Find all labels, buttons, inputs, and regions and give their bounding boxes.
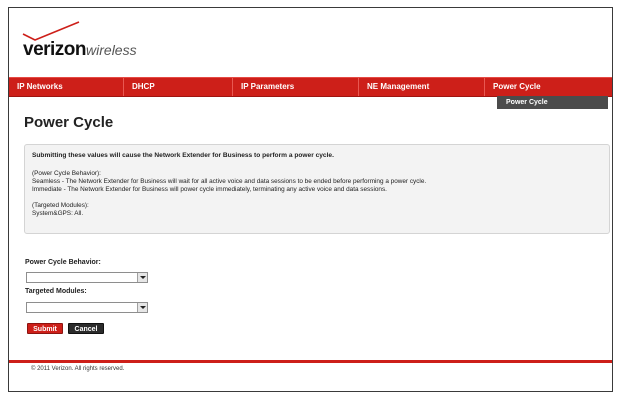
info-immediate-text: Immediate - The Network Extender for Bus… xyxy=(32,186,387,193)
footer-divider xyxy=(9,360,612,363)
chevron-down-icon[interactable] xyxy=(137,273,147,282)
nav-item-ne-management[interactable]: NE Management xyxy=(359,78,485,96)
footer-copyright: © 2011 Verizon. All rights reserved. xyxy=(31,366,125,372)
modules-label: Targeted Modules: xyxy=(25,288,87,295)
logo-brand-name: verizon xyxy=(23,39,87,60)
nav-item-dhcp[interactable]: DHCP xyxy=(124,78,233,96)
info-modules-value: System&GPS: All. xyxy=(32,210,84,217)
chevron-down-icon[interactable] xyxy=(137,303,147,312)
nav-item-ip-parameters[interactable]: IP Parameters xyxy=(233,78,359,96)
top-nav: IP Networks DHCP IP Parameters NE Manage… xyxy=(9,77,612,97)
behavior-label: Power Cycle Behavior: xyxy=(25,259,101,266)
submit-button[interactable]: Submit xyxy=(27,323,63,334)
page-title: Power Cycle xyxy=(24,114,114,131)
info-seamless-text: Seamless - The Network Extender for Busi… xyxy=(32,178,427,185)
logo-wordmark: verizonwireless xyxy=(23,39,137,61)
cancel-button[interactable]: Cancel xyxy=(68,323,104,334)
info-heading: Submitting these values will cause the N… xyxy=(32,152,334,159)
info-panel: Submitting these values will cause the N… xyxy=(24,144,610,234)
submenu-item-power-cycle[interactable]: Power Cycle xyxy=(497,96,608,109)
modules-select[interactable] xyxy=(26,302,148,313)
behavior-select[interactable] xyxy=(26,272,148,283)
verizon-wireless-logo: verizonwireless xyxy=(21,20,151,60)
logo-brand-suffix: wireless xyxy=(86,42,137,58)
info-modules-title: (Targeted Modules): xyxy=(32,202,89,209)
nav-item-ip-networks[interactable]: IP Networks xyxy=(9,78,124,96)
info-behavior-title: (Power Cycle Behavior): xyxy=(32,170,101,177)
nav-item-power-cycle[interactable]: Power Cycle xyxy=(485,78,612,96)
